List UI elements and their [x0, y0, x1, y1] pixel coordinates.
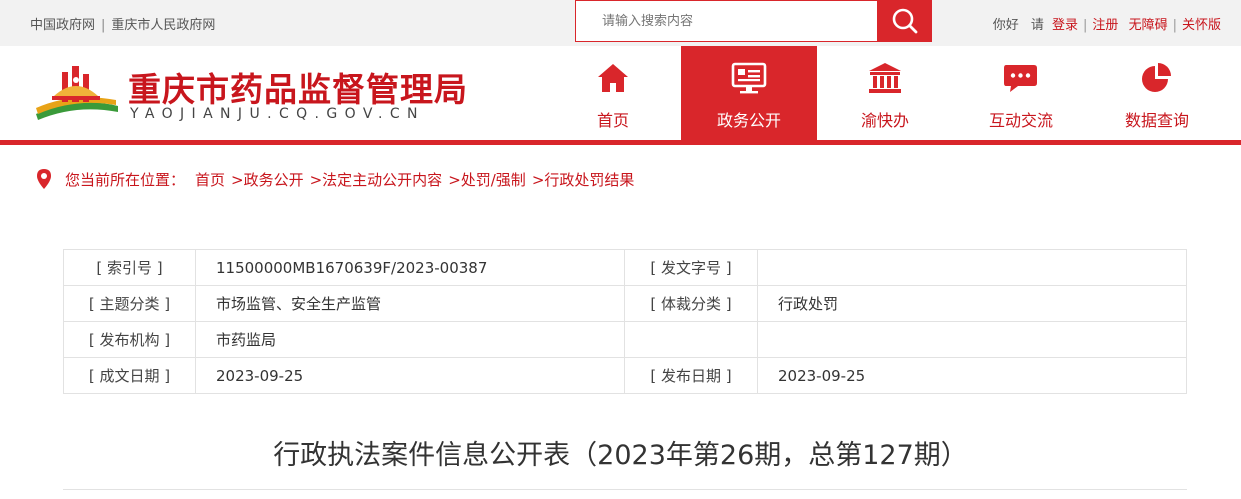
nav-interaction-label: 互动交流	[988, 111, 1053, 130]
written-date-label: [ 成文日期 ]	[63, 357, 196, 394]
accessibility-link[interactable]: 无障碍	[1129, 18, 1168, 33]
breadcrumb-statutory-disclosure[interactable]: >法定主动公开内容	[310, 169, 443, 190]
publish-date-label: [ 发布日期 ]	[624, 357, 758, 394]
genre-category-value: 行政处罚	[757, 285, 1187, 322]
chat-icon	[1004, 65, 1037, 92]
nav-home[interactable]: 首页	[545, 46, 681, 141]
top-utility-bar: 中国政府网 | 重庆市人民政府网 你好 请 登录 | 注册 无障碍 | 关怀版	[0, 0, 1241, 46]
user-links: 你好 请 登录 | 注册 无障碍 | 关怀版	[993, 14, 1221, 33]
logo-emblem-icon	[36, 66, 118, 120]
nav-home-label: 首页	[596, 111, 629, 130]
register-link[interactable]: 注册	[1092, 18, 1118, 33]
elderly-mode-link[interactable]: 关怀版	[1182, 18, 1221, 33]
link-china-gov[interactable]: 中国政府网	[30, 14, 95, 33]
please-text: 请	[1030, 18, 1044, 33]
location-pin-icon	[37, 169, 51, 189]
login-link[interactable]: 登录	[1052, 18, 1078, 33]
empty-label	[624, 321, 758, 358]
document-number-label: [ 发文字号 ]	[624, 249, 758, 286]
site-domain: YAOJIANJU.CQ.GOV.CN	[130, 106, 425, 122]
pie-chart-icon	[1142, 63, 1171, 92]
search-box	[575, 0, 932, 42]
nav-government-affairs-label: 政务公开	[716, 111, 781, 130]
nav-yukuaiban[interactable]: 渝快办	[817, 46, 953, 141]
site-title[interactable]: 重庆市药品监督管理局	[128, 63, 468, 111]
divider: |	[101, 18, 106, 33]
home-icon	[598, 64, 628, 92]
publisher-label: [ 发布机构 ]	[63, 321, 196, 358]
breadcrumb: 您当前所在位置： 首页 >政务公开 >法定主动公开内容 >处罚/强制 >行政处罚…	[35, 168, 640, 190]
empty-value	[757, 321, 1187, 358]
breadcrumb-government-affairs[interactable]: >政务公开	[231, 169, 304, 190]
breadcrumb-penalty-enforcement[interactable]: >处罚/强制	[448, 169, 526, 190]
building-icon	[869, 63, 901, 93]
topic-category-value: 市场监管、安全生产监管	[195, 285, 625, 322]
index-number-value: 11500000MB1670639F/2023-00387	[195, 249, 625, 286]
nav-data-query[interactable]: 数据查询	[1089, 46, 1225, 141]
greeting-text: 你好	[992, 18, 1019, 33]
document-number-value	[757, 249, 1187, 286]
topic-category-label: [ 主题分类 ]	[63, 285, 196, 322]
title-divider	[63, 489, 1187, 490]
gov-links: 中国政府网 | 重庆市人民政府网	[30, 14, 215, 33]
index-number-label: [ 索引号 ]	[63, 249, 196, 286]
divider: |	[1083, 18, 1088, 33]
table-row: [ 成文日期 ] 2023-09-25 [ 发布日期 ] 2023-09-25	[63, 357, 1187, 394]
table-row: [ 发布机构 ] 市药监局	[63, 321, 1187, 358]
table-row: [ 主题分类 ] 市场监管、安全生产监管 [ 体裁分类 ] 行政处罚	[63, 285, 1187, 322]
header-divider	[0, 140, 1241, 145]
search-icon	[892, 8, 917, 34]
breadcrumb-penalty-results[interactable]: >行政处罚结果	[532, 169, 635, 190]
genre-category-label: [ 体裁分类 ]	[624, 285, 758, 322]
search-input[interactable]	[575, 0, 877, 42]
publish-date-value: 2023-09-25	[757, 357, 1187, 394]
search-button[interactable]	[877, 0, 932, 42]
breadcrumb-home[interactable]: 首页	[195, 169, 225, 190]
nav-data-query-label: 数据查询	[1124, 111, 1189, 130]
document-info-table: [ 索引号 ] 11500000MB1670639F/2023-00387 [ …	[63, 249, 1187, 394]
document-title: 行政执法案件信息公开表（2023年第26期，总第127期）	[273, 440, 968, 471]
table-row: [ 索引号 ] 11500000MB1670639F/2023-00387 [ …	[63, 249, 1187, 286]
link-chongqing-gov[interactable]: 重庆市人民政府网	[111, 14, 215, 33]
nav-interaction[interactable]: 互动交流	[953, 46, 1089, 141]
publisher-value: 市药监局	[195, 321, 625, 358]
nav-yukuaiban-label: 渝快办	[860, 111, 909, 130]
nav-government-affairs[interactable]: 政务公开	[681, 46, 817, 141]
breadcrumb-prefix: 您当前所在位置：	[65, 170, 186, 189]
written-date-value: 2023-09-25	[195, 357, 625, 394]
divider: |	[1172, 18, 1177, 33]
screen-icon	[731, 62, 767, 94]
